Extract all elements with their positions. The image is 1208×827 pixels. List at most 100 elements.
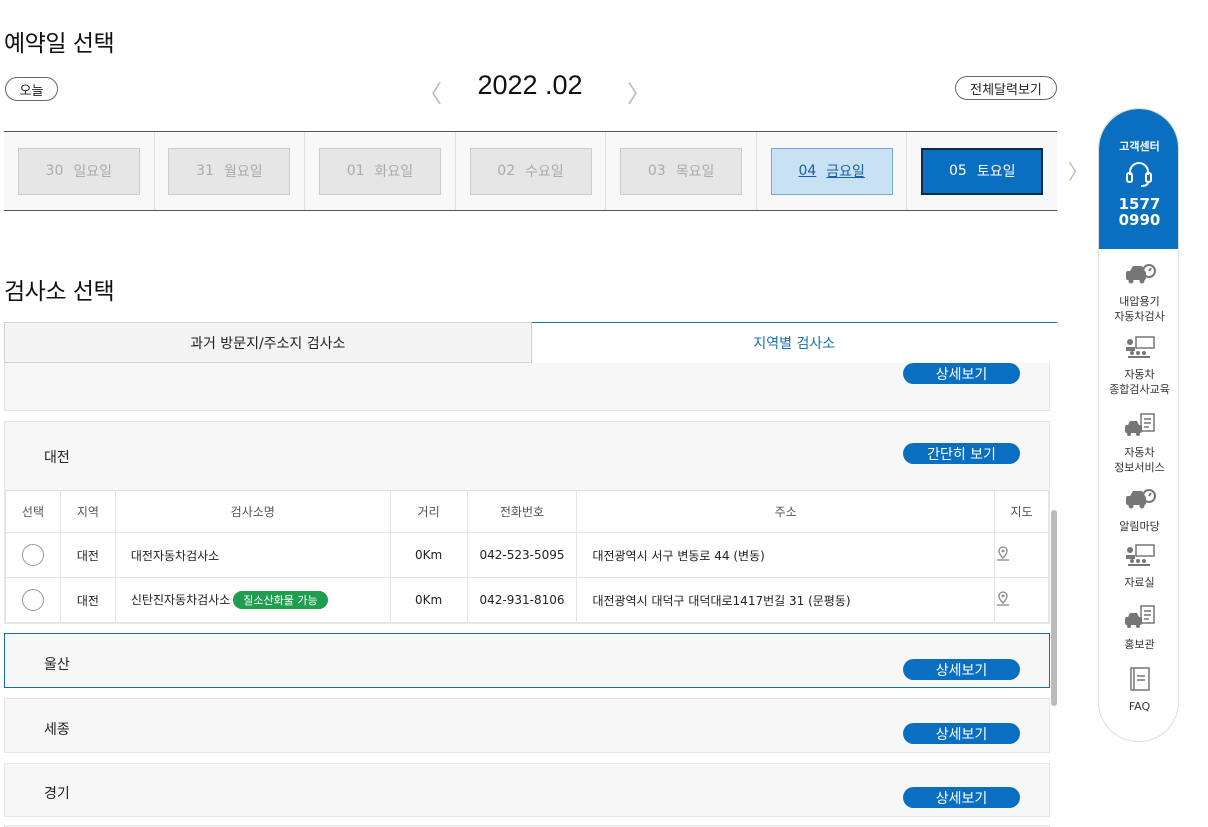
quick-item-label: 종합검사교육 — [1109, 383, 1170, 396]
detail-view-button[interactable]: 상세보기 — [903, 363, 1020, 384]
center-tabs: 과거 방문지/주소지 검사소 지역별 검사소 — [4, 322, 1057, 363]
detail-view-button[interactable]: 상세보기 — [903, 787, 1020, 808]
day-number: 05 — [949, 163, 967, 179]
quick-item-pr-hall[interactable]: 홍보관 — [1099, 605, 1178, 652]
day-cell: 31 월요일 — [154, 132, 306, 210]
day-of-week: 금요일 — [826, 164, 865, 180]
quick-item-pressure-vessel[interactable]: 내압용기 자동차검사 — [1099, 262, 1178, 324]
day-cell: 30 일요일 — [4, 132, 155, 210]
next-month-icon[interactable]: 〉 — [627, 74, 651, 109]
col-header: 거리 — [389, 490, 468, 533]
detail-view-button[interactable]: 상세보기 — [903, 659, 1020, 680]
full-calendar-button[interactable]: 전체달력보기 — [955, 76, 1057, 100]
day-button[interactable]: 05 토요일 — [921, 147, 1044, 195]
region-panel-ulsan[interactable]: 울산 상세보기 — [4, 633, 1050, 688]
region-panel-sejong[interactable]: 세종 상세보기 — [4, 698, 1050, 753]
scrollbar-thumb[interactable] — [1051, 510, 1057, 706]
cell-center-name: 신탄진자동차검사소 — [130, 593, 231, 607]
classroom-icon — [1125, 336, 1155, 358]
region-name: 세종 — [44, 722, 70, 738]
customer-center[interactable]: 고객센터 1577 0990 — [1099, 109, 1178, 249]
prev-month-icon[interactable]: 〈 — [418, 74, 442, 109]
phone-part: 0990 — [1118, 211, 1161, 229]
day-button[interactable]: 03 목요일 — [620, 147, 743, 195]
day-cell: 01 화요일 — [305, 132, 456, 210]
day-cell: 04 금요일 — [756, 132, 908, 210]
col-header: 지역 — [59, 490, 116, 533]
quick-item-info-service[interactable]: 자동차 정보서비스 — [1099, 413, 1178, 475]
col-header: 검사소명 — [114, 490, 391, 533]
cell-phone: 042-931-8106 — [466, 577, 578, 623]
cell-phone: 042-523-5095 — [466, 532, 578, 578]
quick-item-label: 알림마당 — [1119, 520, 1160, 533]
quick-item-archive[interactable]: 자료실 — [1099, 543, 1178, 590]
day-selector: 30 일요일 31 월요일 01 화요일 02 수요일 03 목요일 04 금요일 05 토요… — [4, 131, 1058, 211]
quick-item-notice[interactable]: 알림마당 — [1099, 487, 1178, 534]
region-panel-gyeonggi[interactable]: 경기 상세보기 — [4, 763, 1050, 817]
nox-badge: 질소산화물 가능 — [233, 591, 328, 609]
quick-item-faq[interactable]: FAQ — [1099, 667, 1178, 714]
quick-item-label: 홍보관 — [1124, 638, 1155, 651]
quick-item-label: FAQ — [1128, 700, 1151, 713]
car-doc-icon — [1124, 413, 1155, 436]
quick-item-inspection-education[interactable]: 자동차 종합검사교육 — [1099, 335, 1178, 397]
day-button[interactable]: 01 화요일 — [318, 147, 441, 195]
center-section-title: 검사소 선택 — [4, 279, 115, 305]
day-cell: 03 목요일 — [606, 132, 757, 210]
customer-phone: 1577 0990 — [1099, 195, 1178, 229]
cell-address: 대전광역시 대덕구 대덕대로1417번길 31 (문평동) — [576, 577, 995, 623]
today-button[interactable]: 오늘 — [5, 77, 58, 101]
day-of-week: 일요일 — [73, 164, 113, 180]
quick-item-label: 내압용기 — [1119, 295, 1160, 308]
date-section-title: 예약일 선택 — [4, 31, 115, 57]
customer-center-label: 고객센터 — [1119, 140, 1160, 153]
center-table: 선택 지역 검사소명 거리 전화번호 주소 지도 대전 대전자동차검사소 0Km… — [5, 490, 1050, 623]
tab-past-visit[interactable]: 과거 방문지/주소지 검사소 — [4, 322, 532, 363]
day-button[interactable]: 30 일요일 — [17, 147, 140, 195]
col-header: 주소 — [576, 490, 995, 533]
col-header: 전화번호 — [466, 490, 578, 533]
day-button[interactable]: 31 월요일 — [168, 147, 291, 195]
car-gauge-icon — [1125, 264, 1156, 284]
quick-item-label: 자동차 — [1124, 368, 1155, 381]
cell-distance: 0Km — [389, 532, 468, 578]
tab-by-region[interactable]: 지역별 검사소 — [531, 322, 1057, 363]
headset-icon — [1126, 162, 1152, 187]
select-radio[interactable] — [21, 589, 44, 611]
detail-view-button[interactable]: 상세보기 — [903, 723, 1020, 744]
next-days-icon[interactable]: 〉 — [1068, 156, 1088, 185]
region-name: 울산 — [44, 657, 70, 673]
day-button[interactable]: 04 금요일 — [770, 147, 893, 195]
map-pin-icon[interactable] — [995, 545, 1011, 562]
day-of-week: 토요일 — [976, 164, 1016, 180]
cell-distance: 0Km — [389, 577, 468, 623]
table-row: 대전 대전자동차검사소 0Km 042-523-5095 대전광역시 서구 변동… — [5, 532, 1050, 578]
quick-item-label: 정보서비스 — [1114, 461, 1165, 474]
quick-item-label: 자동차검사 — [1114, 310, 1165, 323]
day-of-week: 월요일 — [223, 164, 263, 180]
quick-item-label: 자동차 — [1124, 446, 1155, 459]
day-number: 02 — [497, 163, 516, 179]
day-number: 01 — [346, 163, 365, 179]
region-panel: 상세보기 — [4, 363, 1050, 411]
classroom-icon — [1125, 544, 1155, 566]
current-month: 2022 .02 — [477, 70, 583, 100]
day-number: 30 — [45, 163, 64, 179]
faq-icon — [1129, 667, 1150, 691]
day-number: 04 — [798, 163, 817, 179]
map-pin-icon[interactable] — [995, 590, 1011, 607]
region-panel-daejeon: 대전 간단히 보기 선택 지역 검사소명 거리 전화번호 주소 지도 대전 대전… — [4, 421, 1050, 624]
quick-menu: 고객센터 1577 0990 내압용기 자동차검사 자동차 종합검사교육 자동차 … — [1098, 108, 1179, 742]
region-name: 대전 — [44, 450, 70, 466]
cell-address: 대전광역시 서구 변동로 44 (변동) — [576, 532, 995, 578]
day-number: 31 — [196, 163, 214, 179]
table-header-row: 선택 지역 검사소명 거리 전화번호 주소 지도 — [5, 490, 1050, 533]
day-cell: 05 토요일 — [907, 132, 1058, 210]
phone-part: 1577 — [1118, 195, 1161, 213]
simple-view-button[interactable]: 간단히 보기 — [903, 443, 1020, 464]
region-list[interactable]: 상세보기 대전 간단히 보기 선택 지역 검사소명 거리 전화번호 주소 지도 … — [0, 363, 1060, 827]
day-of-week: 목요일 — [675, 164, 715, 180]
col-header: 지도 — [993, 490, 1050, 533]
day-button[interactable]: 02 수요일 — [469, 147, 592, 195]
select-radio[interactable] — [21, 544, 44, 566]
